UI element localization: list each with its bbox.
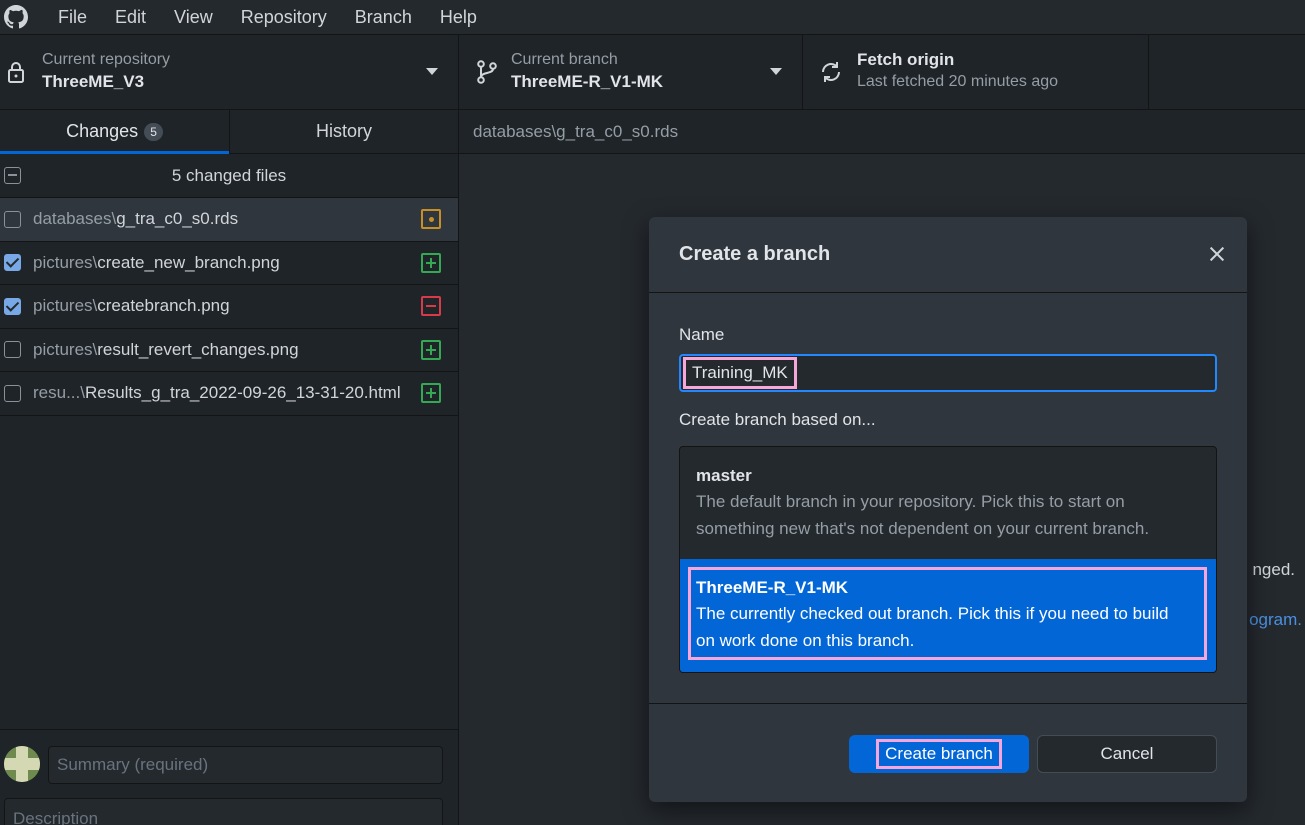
- summary-input[interactable]: [48, 746, 443, 784]
- file-row[interactable]: pictures\result_revert_changes.png: [0, 329, 458, 372]
- menu-view[interactable]: View: [160, 4, 227, 30]
- commit-area: [0, 729, 458, 825]
- based-on-label: Create branch based on...: [679, 410, 876, 429]
- menu-repository[interactable]: Repository: [227, 4, 341, 30]
- current-repository-button[interactable]: Current repository ThreeME_V3: [0, 35, 459, 109]
- branch-name: ThreeME-R_V1-MK: [511, 72, 664, 91]
- menu-help[interactable]: Help: [426, 4, 491, 30]
- added-icon: [421, 252, 441, 273]
- fetch-label: Fetch origin: [857, 50, 955, 69]
- file-path: pictures\createbranch.png: [33, 296, 230, 316]
- sync-icon: [819, 60, 843, 84]
- file-dir: pictures\: [33, 296, 98, 316]
- diff-file-path: databases\g_tra_c0_s0.rds: [459, 110, 1305, 154]
- branch-name-value: Training_MK: [683, 357, 797, 389]
- current-branch-button[interactable]: Current branch ThreeME-R_V1-MK: [459, 35, 803, 109]
- deleted-icon: [421, 296, 441, 317]
- file-dir: resu...\: [33, 383, 85, 403]
- avatar: [4, 746, 40, 782]
- file-path: pictures\create_new_branch.png: [33, 253, 280, 273]
- file-checkbox[interactable]: [4, 210, 21, 228]
- fetch-status: Last fetched 20 minutes ago: [857, 73, 1059, 90]
- background-text: nged.: [1252, 560, 1295, 579]
- file-path: resu...\Results_g_tra_2022-09-26_13-31-2…: [33, 383, 401, 403]
- dialog-title: Create a branch: [679, 243, 831, 265]
- background-link[interactable]: ogram.: [1249, 610, 1302, 630]
- file-name: create_new_branch.png: [97, 252, 280, 272]
- tab-history-label: History: [315, 121, 372, 141]
- file-row[interactable]: pictures\create_new_branch.png: [0, 242, 458, 285]
- branch-option-name: master: [696, 466, 752, 485]
- file-checkbox[interactable]: [4, 341, 21, 359]
- file-path: pictures\result_revert_changes.png: [33, 340, 299, 360]
- branch-option-current[interactable]: ThreeME-R_V1-MK The currently checked ou…: [680, 559, 1216, 672]
- branch-option-desc: something new that's not dependent on yo…: [696, 519, 1150, 538]
- close-icon[interactable]: [1207, 244, 1227, 264]
- sidebar: Changes 5 History 5 changed files databa…: [0, 110, 459, 825]
- chevron-down-icon: [770, 68, 782, 75]
- dialog-header: Create a branch: [649, 217, 1247, 293]
- menu-file[interactable]: File: [44, 4, 101, 30]
- changes-header: 5 changed files: [0, 154, 458, 198]
- branch-option-name: ThreeME-R_V1-MK: [696, 578, 849, 597]
- tab-changes[interactable]: Changes 5: [0, 110, 229, 154]
- file-row[interactable]: resu...\Results_g_tra_2022-09-26_13-31-2…: [0, 372, 458, 416]
- create-branch-label: Create branch: [876, 739, 1002, 769]
- toolbar: Current repository ThreeME_V3 Current br…: [0, 34, 1305, 110]
- tab-changes-label: Changes: [66, 121, 139, 141]
- file-name: result_revert_changes.png: [97, 339, 299, 359]
- file-dir: pictures\: [33, 339, 98, 359]
- changed-files-count: 5 changed files: [171, 165, 287, 185]
- base-branch-list: master The default branch in your reposi…: [679, 446, 1217, 673]
- cancel-button[interactable]: Cancel: [1037, 735, 1217, 773]
- file-name: createbranch.png: [97, 296, 230, 316]
- tab-history[interactable]: History: [229, 110, 458, 153]
- lock-icon: [4, 60, 28, 84]
- repo-label: Current repository: [42, 51, 171, 68]
- file-name: g_tra_c0_s0.rds: [116, 209, 239, 229]
- file-row[interactable]: pictures\createbranch.png: [0, 285, 458, 329]
- sidebar-tabs: Changes 5 History: [0, 110, 458, 154]
- file-dir: pictures\: [33, 252, 98, 272]
- branch-option-desc: The default branch in your repository. P…: [696, 492, 1125, 511]
- description-input[interactable]: [4, 798, 443, 825]
- added-icon: [421, 339, 441, 360]
- menu-bar: File Edit View Repository Branch Help: [0, 0, 1305, 34]
- github-logo-icon: [2, 3, 30, 31]
- file-row[interactable]: databases\g_tra_c0_s0.rds: [0, 198, 458, 242]
- file-path: databases\g_tra_c0_s0.rds: [33, 209, 238, 229]
- create-branch-button[interactable]: Create branch: [849, 735, 1029, 773]
- changes-count-badge: 5: [144, 122, 163, 141]
- file-name: Results_g_tra_2022-09-26_13-31-20.html: [84, 383, 401, 403]
- repo-name: ThreeME_V3: [42, 72, 145, 91]
- branch-option-desc: on work done on this branch.: [696, 631, 915, 650]
- name-label: Name: [679, 325, 725, 344]
- file-checkbox[interactable]: [4, 297, 21, 315]
- branch-name-input[interactable]: Training_MK: [679, 354, 1217, 392]
- fetch-origin-button[interactable]: Fetch origin Last fetched 20 minutes ago: [803, 35, 1149, 109]
- file-dir: databases\: [33, 209, 117, 229]
- added-icon: [421, 383, 441, 404]
- git-branch-icon: [475, 60, 499, 84]
- branch-option-master[interactable]: master The default branch in your reposi…: [680, 447, 1216, 559]
- modified-icon: [421, 209, 441, 230]
- file-checkbox[interactable]: [4, 384, 21, 402]
- menu-edit[interactable]: Edit: [101, 4, 160, 30]
- branch-option-desc: The currently checked out branch. Pick t…: [696, 604, 1169, 623]
- dialog-footer: Create branch Cancel: [649, 703, 1247, 802]
- menu-branch[interactable]: Branch: [341, 4, 426, 30]
- create-branch-dialog: Create a branch Name Training_MK Create …: [649, 217, 1247, 802]
- branch-label: Current branch: [511, 51, 618, 68]
- file-checkbox[interactable]: [4, 254, 21, 272]
- chevron-down-icon: [426, 68, 438, 75]
